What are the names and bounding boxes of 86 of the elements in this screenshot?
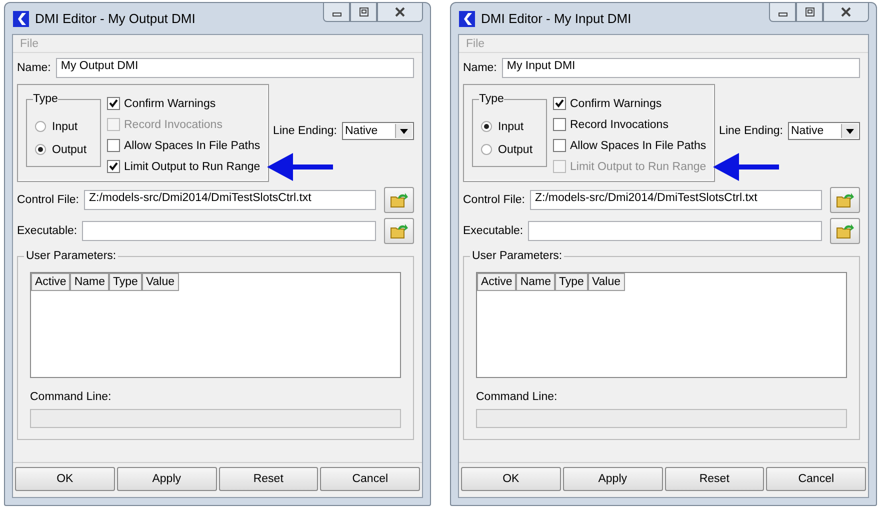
close-button[interactable] — [823, 3, 869, 22]
group-label: User Parameters: — [25, 250, 118, 262]
dialog-button[interactable]: Cancel — [766, 467, 866, 491]
window-title: DMI Editor - My Output DMI — [35, 11, 196, 26]
radio-label: Output — [498, 144, 533, 156]
dialog-button[interactable]: Reset — [664, 467, 764, 491]
browse-button[interactable] — [384, 187, 414, 213]
field-label: Line Ending: — [719, 125, 783, 137]
field-label: Name: — [17, 62, 51, 74]
checkbox-label: Record Invocations — [124, 118, 222, 130]
caret-icon — [400, 128, 408, 134]
checkbox[interactable] — [553, 139, 566, 152]
line-ending-dropdown[interactable]: Native — [342, 122, 414, 140]
checkbox[interactable] — [553, 97, 566, 110]
maximize-button[interactable] — [796, 3, 823, 22]
app-logo-icon — [459, 10, 475, 26]
column-header[interactable]: Active — [31, 273, 70, 291]
checkbox-label: Limit Output to Run Range — [570, 160, 706, 172]
folder-icon — [836, 223, 854, 239]
line-ending-dropdown[interactable]: Native — [788, 122, 860, 140]
checkbox[interactable] — [553, 118, 566, 131]
field-label: Control File: — [17, 194, 79, 206]
field-label: Executable: — [17, 225, 78, 237]
browse-button[interactable] — [830, 218, 860, 244]
annotation-arrow — [713, 152, 779, 182]
radio-label: Input — [498, 120, 524, 132]
name-field[interactable]: My Input DMI — [502, 58, 860, 78]
field-label: Line Ending: — [273, 125, 337, 137]
checkbox[interactable] — [107, 160, 120, 173]
group-label: User Parameters: — [471, 250, 564, 262]
field-label: Name: — [463, 62, 497, 74]
minimize-button[interactable] — [769, 3, 796, 22]
field-label: Executable: — [463, 225, 524, 237]
checkbox-label: Allow Spaces In File Paths — [570, 140, 706, 152]
browse-button[interactable] — [830, 187, 860, 213]
checkbox-label: Allow Spaces In File Paths — [124, 140, 260, 152]
control-file-field[interactable]: Z:/models-src/Dmi2014/DmiTestSlotsCtrl.txt — [84, 190, 376, 210]
column-header[interactable]: Type — [555, 273, 588, 291]
close-button[interactable] — [377, 3, 423, 22]
annotation-arrow — [267, 152, 333, 182]
radio-button[interactable] — [481, 121, 492, 132]
app-logo-icon — [13, 10, 29, 26]
column-header[interactable]: Name — [516, 273, 556, 291]
folder-icon — [390, 223, 408, 239]
control-file-field[interactable]: Z:/models-src/Dmi2014/DmiTestSlotsCtrl.txt — [530, 190, 822, 210]
checkbox-label: Record Invocations — [570, 118, 668, 130]
field-label: Command Line: — [476, 391, 558, 403]
dialog-button[interactable]: Apply — [116, 467, 216, 491]
folder-icon — [836, 192, 854, 208]
caret-icon — [846, 128, 854, 134]
dialog-button[interactable]: Reset — [218, 467, 318, 491]
executable-field[interactable] — [82, 221, 376, 241]
window-title: DMI Editor - My Input DMI — [481, 11, 632, 26]
field-label: Control File: — [463, 194, 525, 206]
executable-field[interactable] — [528, 221, 822, 241]
checkbox[interactable] — [107, 139, 120, 152]
group-label: Type — [33, 93, 58, 105]
dialog-button[interactable]: OK — [15, 467, 115, 491]
field-label: Command Line: — [30, 391, 112, 403]
radio-button[interactable] — [481, 144, 492, 155]
radio-button[interactable] — [35, 121, 46, 132]
minimize-button[interactable] — [323, 3, 350, 22]
close-icon — [394, 7, 406, 17]
column-header[interactable]: Value — [142, 273, 179, 291]
column-header[interactable]: Value — [588, 273, 625, 291]
radio-label: Output — [52, 144, 87, 156]
browse-button[interactable] — [384, 218, 414, 244]
column-header[interactable]: Type — [109, 273, 142, 291]
checkbox-label: Confirm Warnings — [124, 98, 216, 110]
dialog-button[interactable]: Cancel — [320, 467, 420, 491]
column-header[interactable]: Active — [477, 273, 516, 291]
group-label: Type — [479, 93, 504, 105]
column-header[interactable]: Name — [70, 273, 110, 291]
folder-icon — [390, 192, 408, 208]
maximize-icon — [358, 7, 368, 17]
checkbox-label: Confirm Warnings — [570, 98, 662, 110]
maximize-icon — [804, 7, 814, 17]
dialog-button[interactable]: OK — [461, 467, 561, 491]
checkbox-label: Limit Output to Run Range — [124, 160, 260, 172]
maximize-button[interactable] — [350, 3, 377, 22]
radio-label: Input — [52, 120, 78, 132]
radio-button[interactable] — [35, 144, 46, 155]
name-field[interactable]: My Output DMI — [56, 58, 414, 78]
close-icon — [840, 7, 852, 17]
dialog-button[interactable]: Apply — [562, 467, 662, 491]
checkbox[interactable] — [107, 97, 120, 110]
